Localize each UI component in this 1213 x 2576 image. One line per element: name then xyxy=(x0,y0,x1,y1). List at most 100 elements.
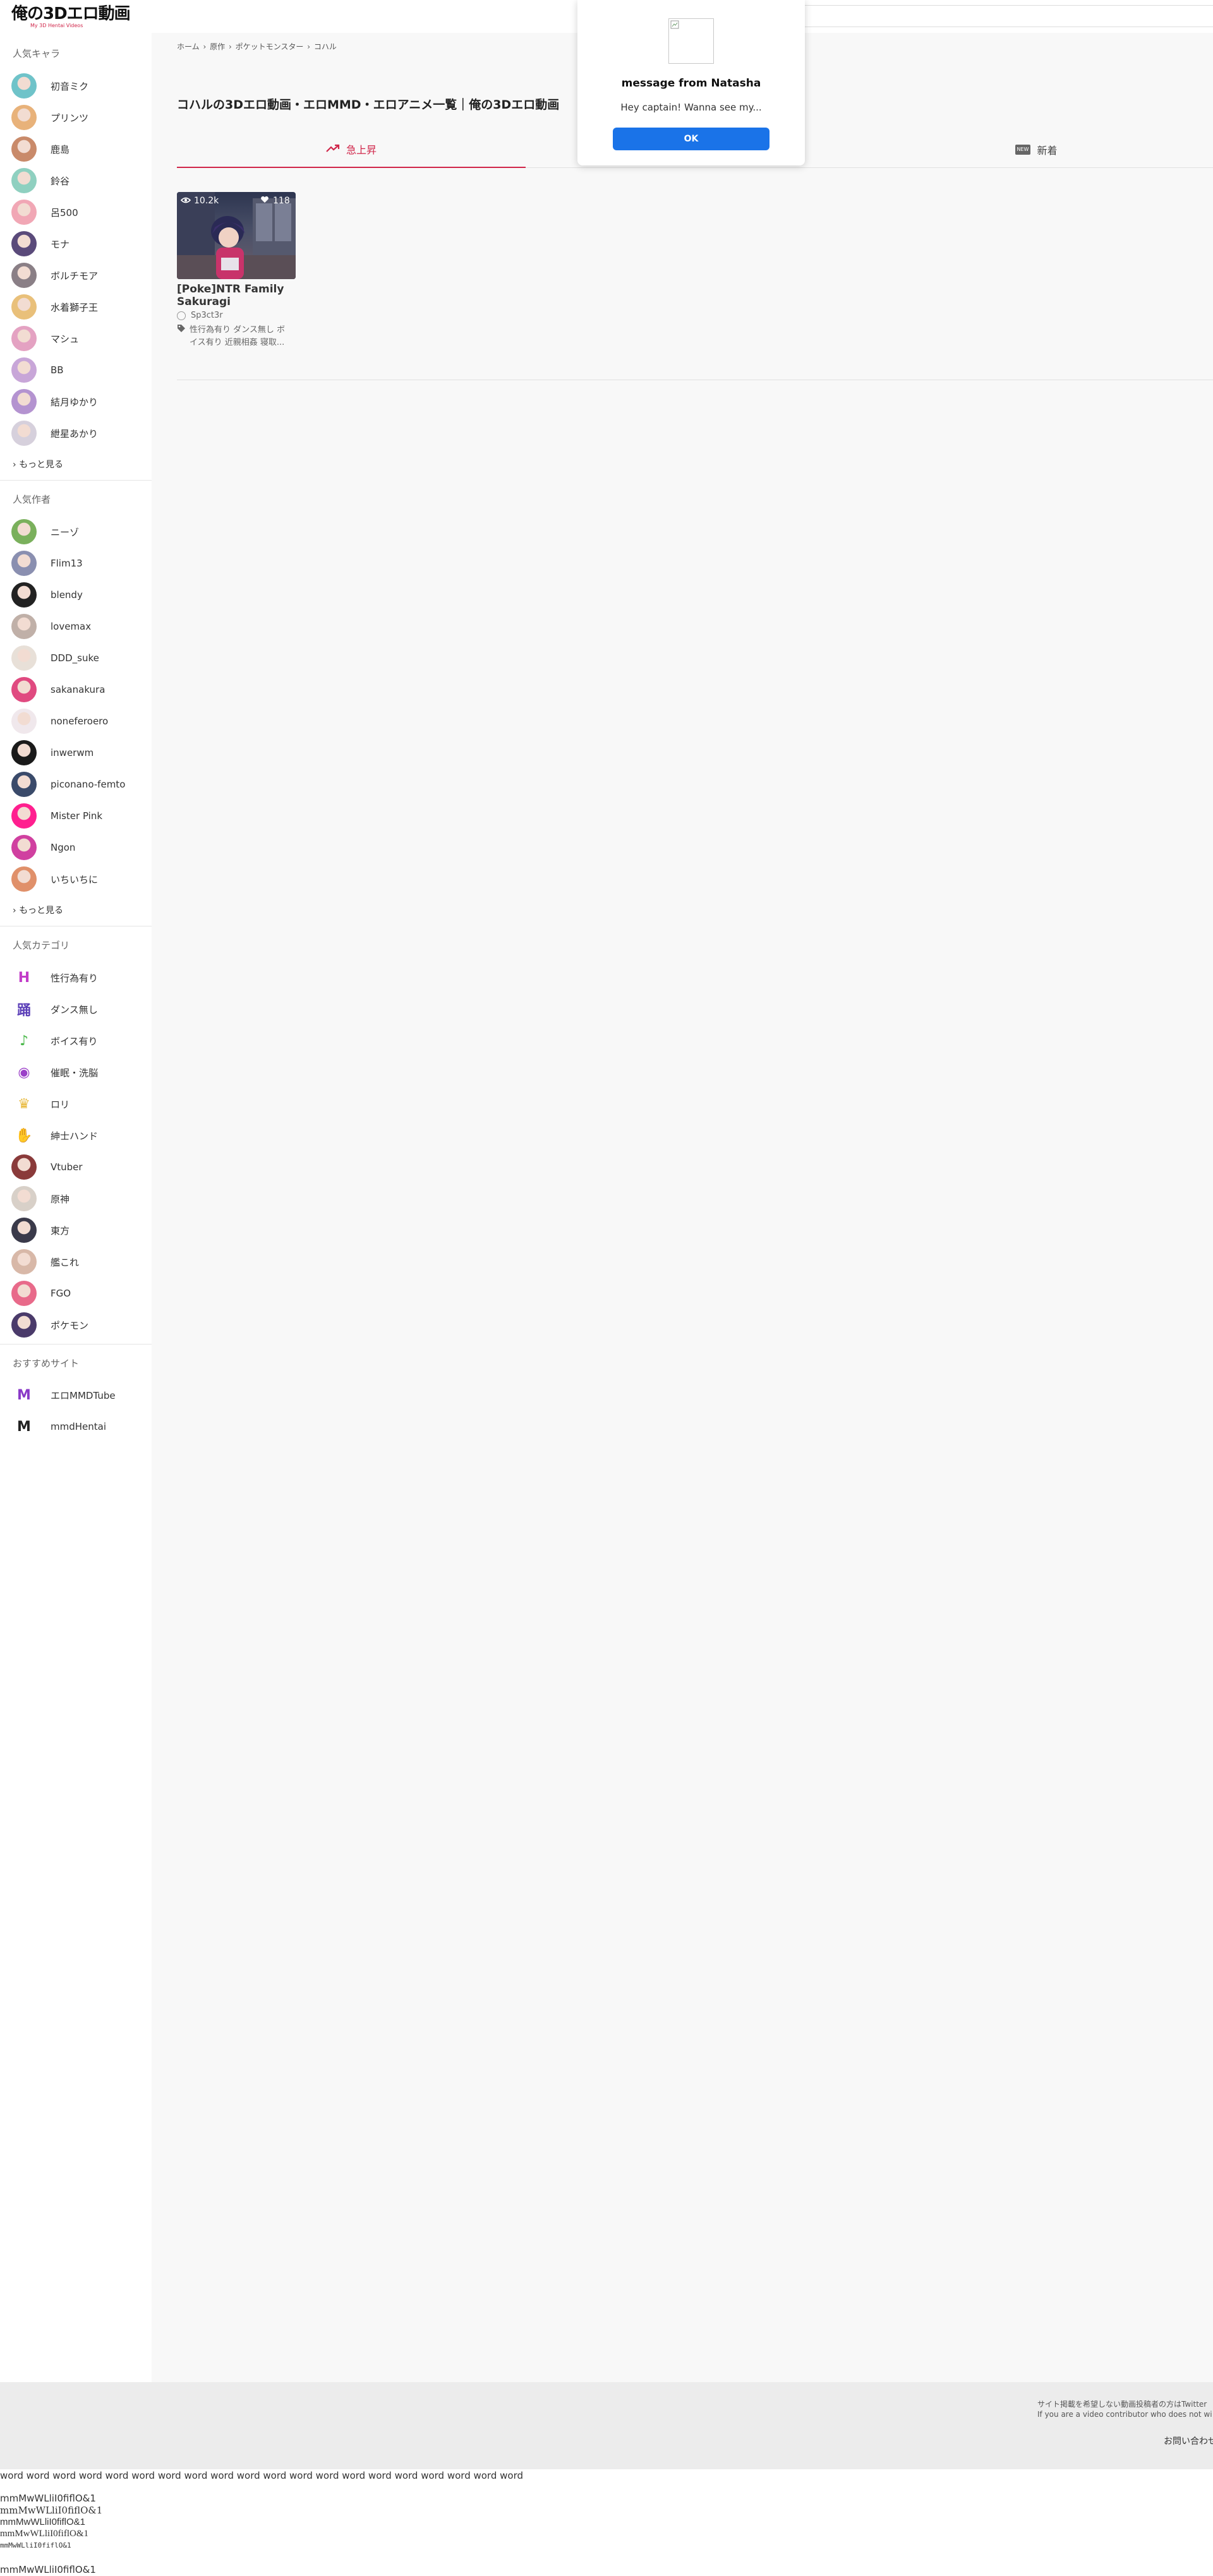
more-label: もっと見る xyxy=(19,460,64,470)
author-item[interactable]: Flim13 xyxy=(11,551,147,576)
character-item[interactable]: 鹿島 xyxy=(11,136,147,162)
character-item[interactable]: プリンツ xyxy=(11,105,147,130)
author-label: lovemax xyxy=(51,621,92,632)
category-item[interactable]: 東方 xyxy=(11,1218,147,1243)
site-item[interactable]: MmmdHentai xyxy=(11,1414,147,1439)
category-item[interactable]: ✋ 紳士ハンド xyxy=(11,1123,147,1148)
logo-subtitle: My 3D Hentai Videos xyxy=(30,23,83,28)
author-item[interactable]: blendy xyxy=(11,582,147,608)
character-label: 初音ミク xyxy=(51,80,89,92)
site-label: エロMMDTube xyxy=(51,1389,116,1401)
broken-image-icon xyxy=(670,20,679,29)
video-card[interactable]: 10.2k 118 [Poke]NTR Family Sakuragi Sp3c… xyxy=(177,192,296,349)
author-item[interactable]: DDD_suke xyxy=(11,645,147,671)
tab-new[interactable]: NEW 新着 xyxy=(859,131,1213,168)
author-label: ニーゾ xyxy=(51,526,80,538)
category-icon: ◉ xyxy=(18,1064,30,1081)
ok-button[interactable]: OK xyxy=(613,128,769,150)
character-label: 水着獅子王 xyxy=(51,301,99,313)
author-label: DDD_suke xyxy=(51,652,99,664)
category-icon: ✋ xyxy=(15,1127,33,1144)
video-tags: 性行為有り ダンス無し ボイス有り 近親相姦 寝取... xyxy=(177,324,296,349)
more-authors-link[interactable]: › もっと見る xyxy=(13,904,63,916)
avatar xyxy=(11,582,37,608)
message-modal: message from Natasha Hey captain! Wanna … xyxy=(577,0,805,165)
category-item[interactable]: ♪ ボイス有り xyxy=(11,1028,147,1053)
character-item[interactable]: 鈴谷 xyxy=(11,168,147,193)
category-icon: ♛ xyxy=(18,1096,30,1112)
site-footer: サイト掲載を希望しない動画投稿者の方はTwitter If you are a … xyxy=(0,2382,1213,2469)
probe-line: mmMwWLliI0fiflO&1 xyxy=(0,2529,88,2539)
character-item[interactable]: 水着獅子王 xyxy=(11,294,147,320)
character-item[interactable]: BB xyxy=(11,357,147,383)
category-item[interactable]: ポケモン xyxy=(11,1312,147,1338)
avatar xyxy=(11,136,37,162)
breadcrumb-source[interactable]: 原作 xyxy=(210,42,225,51)
category-item[interactable]: 艦これ xyxy=(11,1249,147,1274)
author-item[interactable]: ニーゾ xyxy=(11,519,147,544)
character-label: ボルチモア xyxy=(51,270,99,282)
character-label: マシュ xyxy=(51,333,80,345)
author-item[interactable]: Ngon xyxy=(11,835,147,860)
tags-text: 性行為有り ダンス無し ボイス有り 近親相姦 寝取... xyxy=(190,325,286,347)
author-item[interactable]: inwerwm xyxy=(11,740,147,765)
header-divider xyxy=(802,5,1213,6)
author-name: Sp3ct3r xyxy=(191,311,223,320)
video-title[interactable]: [Poke]NTR Family Sakuragi xyxy=(177,283,296,308)
avatar xyxy=(11,803,37,829)
breadcrumb-series[interactable]: ポケットモンスター xyxy=(236,42,304,51)
character-item[interactable]: マシュ xyxy=(11,326,147,351)
category-label: 東方 xyxy=(51,1225,70,1237)
character-item[interactable]: 初音ミク xyxy=(11,73,147,99)
site-logo[interactable]: 俺の3Dエロ動画 My 3D Hentai Videos xyxy=(11,5,131,29)
character-label: BB xyxy=(51,364,64,376)
category-label: 性行為有り xyxy=(51,972,99,984)
video-thumbnail[interactable]: 10.2k 118 xyxy=(177,192,296,279)
category-item[interactable]: 踊 ダンス無し xyxy=(11,997,147,1022)
category-label: ダンス無し xyxy=(51,1003,98,1015)
breadcrumb-home[interactable]: ホーム xyxy=(177,42,200,51)
character-item[interactable]: 結月ゆかり xyxy=(11,389,147,414)
more-characters-link[interactable]: › もっと見る xyxy=(13,458,63,470)
likes-value: 118 xyxy=(273,196,290,206)
category-item[interactable]: Vtuber xyxy=(11,1154,147,1180)
avatar xyxy=(11,357,37,383)
category-item[interactable]: H 性行為有り xyxy=(11,965,147,990)
modal-image-placeholder xyxy=(668,18,714,64)
video-author[interactable]: Sp3ct3r xyxy=(177,311,296,320)
character-item[interactable]: ボルチモア xyxy=(11,263,147,288)
category-item[interactable]: FGO xyxy=(11,1281,147,1306)
contact-link[interactable]: お問い合わせ xyxy=(1164,2435,1213,2447)
probe-words: word word word word word word word word … xyxy=(0,2470,523,2481)
category-item[interactable]: 原神 xyxy=(11,1186,147,1211)
character-item[interactable]: 呂500 xyxy=(11,200,147,225)
tabs-divider xyxy=(526,167,1213,168)
author-item[interactable]: lovemax xyxy=(11,614,147,639)
category-item[interactable]: ♛ ロリ xyxy=(11,1091,147,1117)
category-label: 紳士ハンド xyxy=(51,1130,99,1142)
breadcrumb-separator: › xyxy=(307,42,310,51)
category-item[interactable]: ◉ 催眠・洗脳 xyxy=(11,1060,147,1085)
category-icon xyxy=(11,1312,37,1338)
probe-line: mmMwWLliI0fiflO&1 xyxy=(0,2505,103,2516)
author-item[interactable]: noneferoero xyxy=(11,709,147,734)
tab-trending[interactable]: 急上昇 xyxy=(177,131,526,168)
avatar xyxy=(11,866,37,892)
site-icon: M xyxy=(17,1387,31,1403)
probe-line: mmMwWLliI0fiflO&1 xyxy=(0,2564,96,2575)
author-item[interactable]: sakanakura xyxy=(11,677,147,702)
like-count: 118 xyxy=(260,196,290,206)
main-content: ホーム › 原作 › ポケットモンスター › コハル コハルの3Dエロ動画・エロ… xyxy=(152,33,1213,2382)
avatar xyxy=(11,645,37,671)
author-item[interactable]: piconano-femto xyxy=(11,772,147,797)
page-title: コハルの3Dエロ動画・エロMMD・エロアニメ一覧｜俺の3Dエロ動画 xyxy=(177,98,560,112)
avatar xyxy=(11,389,37,414)
character-item[interactable]: 紲星あかり xyxy=(11,421,147,446)
site-item[interactable]: M エロMMDTube xyxy=(11,1382,147,1408)
author-label: noneferoero xyxy=(51,716,109,727)
character-label: 紲星あかり xyxy=(51,428,99,440)
avatar xyxy=(11,519,37,544)
author-item[interactable]: Mister Pink xyxy=(11,803,147,829)
character-item[interactable]: モナ xyxy=(11,231,147,256)
author-item[interactable]: いちいちに xyxy=(11,866,147,892)
